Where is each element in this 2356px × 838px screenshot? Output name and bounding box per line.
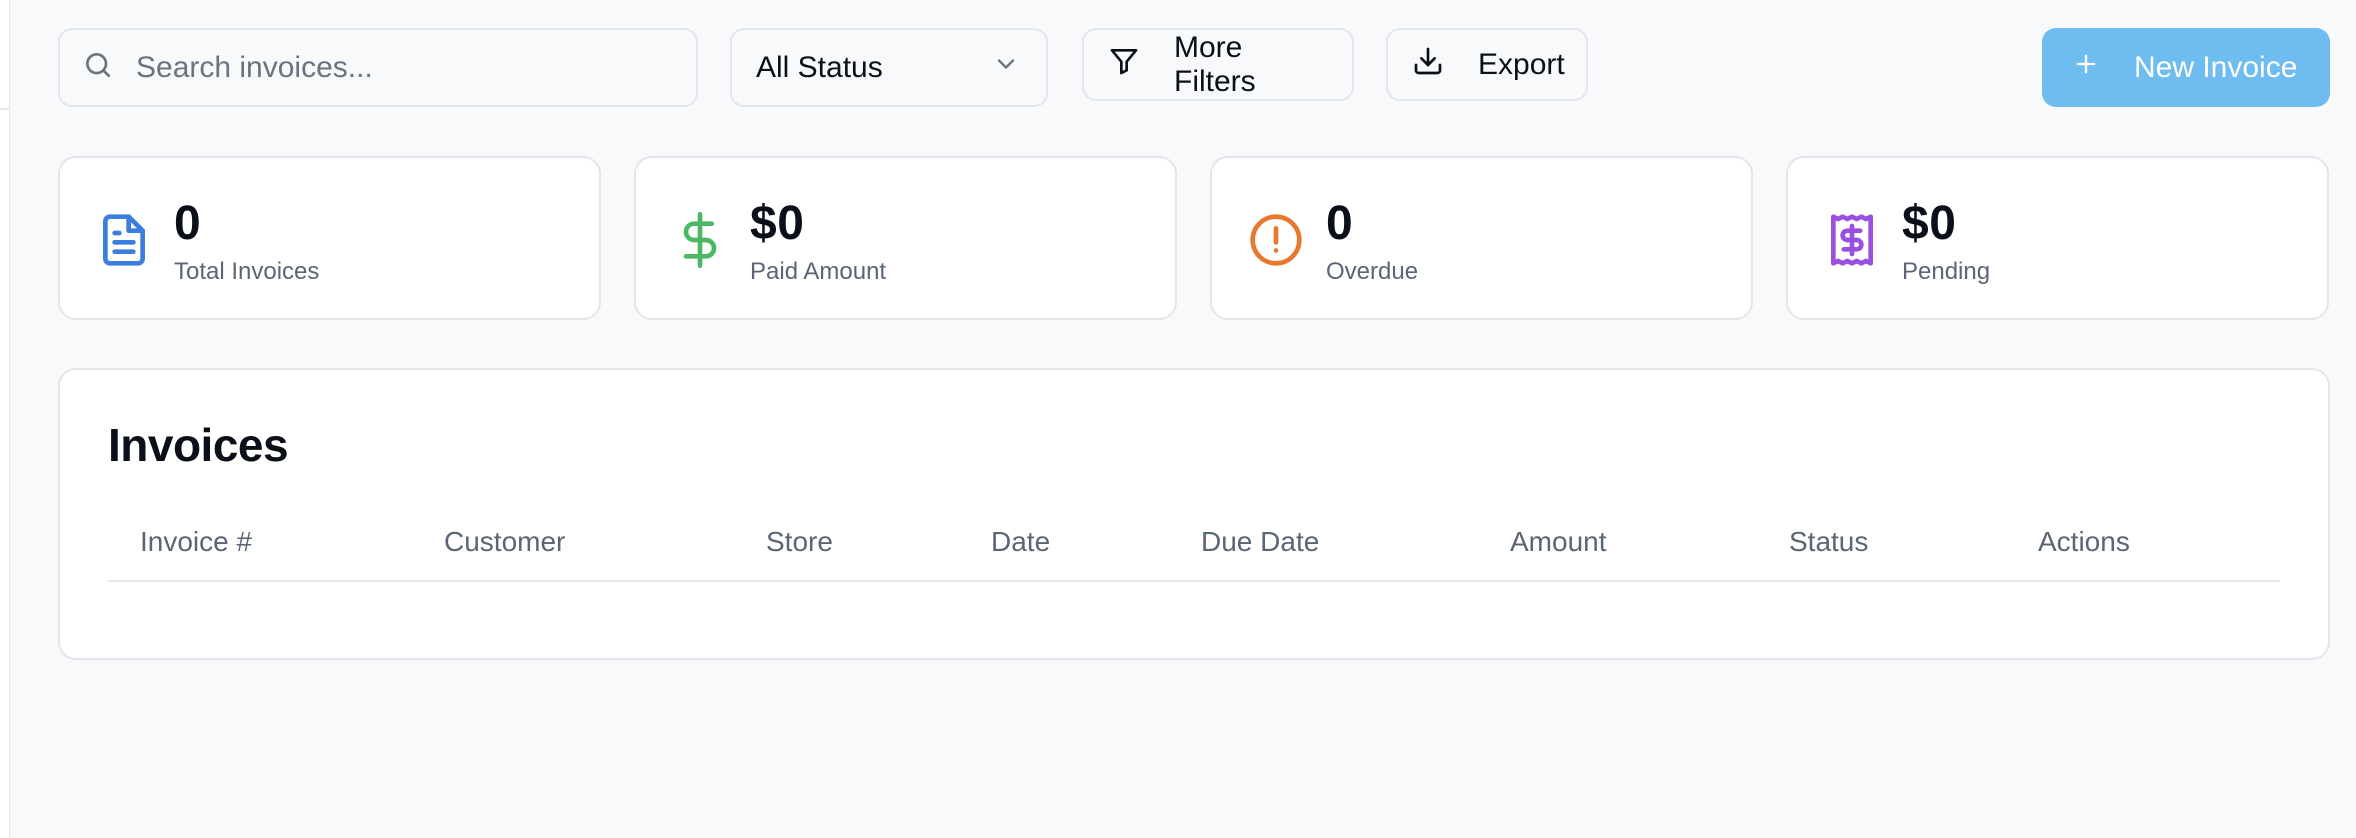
export-label: Export	[1478, 47, 1565, 81]
status-filter-select[interactable]: All Status	[730, 28, 1048, 107]
status-filter-value: All Status	[756, 50, 883, 84]
stat-card-pending: $0 Pending	[1786, 156, 2329, 320]
column-header-date[interactable]: Date	[991, 526, 1050, 558]
column-header-actions: Actions	[2038, 526, 2130, 557]
stats-row: 0 Total Invoices $0 Paid Amount 0 Overdu…	[58, 156, 2330, 320]
stat-value: 0	[174, 197, 202, 250]
column-header-invoice-number[interactable]: Invoice #	[140, 526, 252, 558]
alert-circle-icon	[1248, 208, 1304, 272]
column-header-due-date[interactable]: Due Date	[1201, 526, 1319, 558]
receipt-icon	[1824, 208, 1880, 272]
export-button[interactable]: Export	[1386, 28, 1588, 101]
plus-icon	[2072, 50, 2134, 86]
stat-value: $0	[1902, 197, 1957, 250]
stat-card-total-invoices: 0 Total Invoices	[58, 156, 601, 320]
column-header-store[interactable]: Store	[766, 526, 833, 558]
stat-label: Total Invoices	[174, 258, 320, 285]
stat-label: Paid Amount	[750, 258, 887, 285]
column-header-customer[interactable]: Customer	[444, 526, 565, 558]
sidebar-divider	[0, 108, 10, 110]
invoices-title: Invoices	[108, 419, 289, 471]
column-header-amount[interactable]: Amount	[1510, 526, 1607, 558]
stat-label: Overdue	[1326, 258, 1419, 285]
invoices-table-header: Invoice # Customer Store Date Due Date A…	[108, 522, 2280, 582]
more-filters-label: More Filters	[1174, 30, 1256, 98]
toolbar: All Status More Filters Export	[58, 28, 2330, 108]
column-header-status[interactable]: Status	[1789, 526, 1868, 558]
search-input[interactable]	[136, 50, 656, 85]
stat-card-overdue: 0 Overdue	[1210, 156, 1753, 320]
stat-label: Pending	[1902, 258, 1991, 285]
stat-value: $0	[750, 197, 805, 250]
new-invoice-label: New Invoice	[2134, 50, 2298, 84]
search-icon	[82, 49, 114, 86]
filter-icon	[1108, 45, 1174, 85]
chevron-down-icon	[992, 50, 1020, 86]
search-box[interactable]	[58, 28, 698, 107]
dollar-icon	[672, 208, 728, 272]
stat-value: 0	[1326, 197, 1354, 250]
new-invoice-button[interactable]: New Invoice	[2042, 28, 2330, 107]
invoices-panel: Invoices Invoice # Customer Store Date D…	[58, 368, 2330, 660]
file-text-icon	[96, 208, 152, 272]
stat-card-paid-amount: $0 Paid Amount	[634, 156, 1177, 320]
more-filters-button[interactable]: More Filters	[1082, 28, 1354, 101]
left-sidebar-edge	[0, 0, 10, 838]
download-icon	[1412, 45, 1478, 85]
